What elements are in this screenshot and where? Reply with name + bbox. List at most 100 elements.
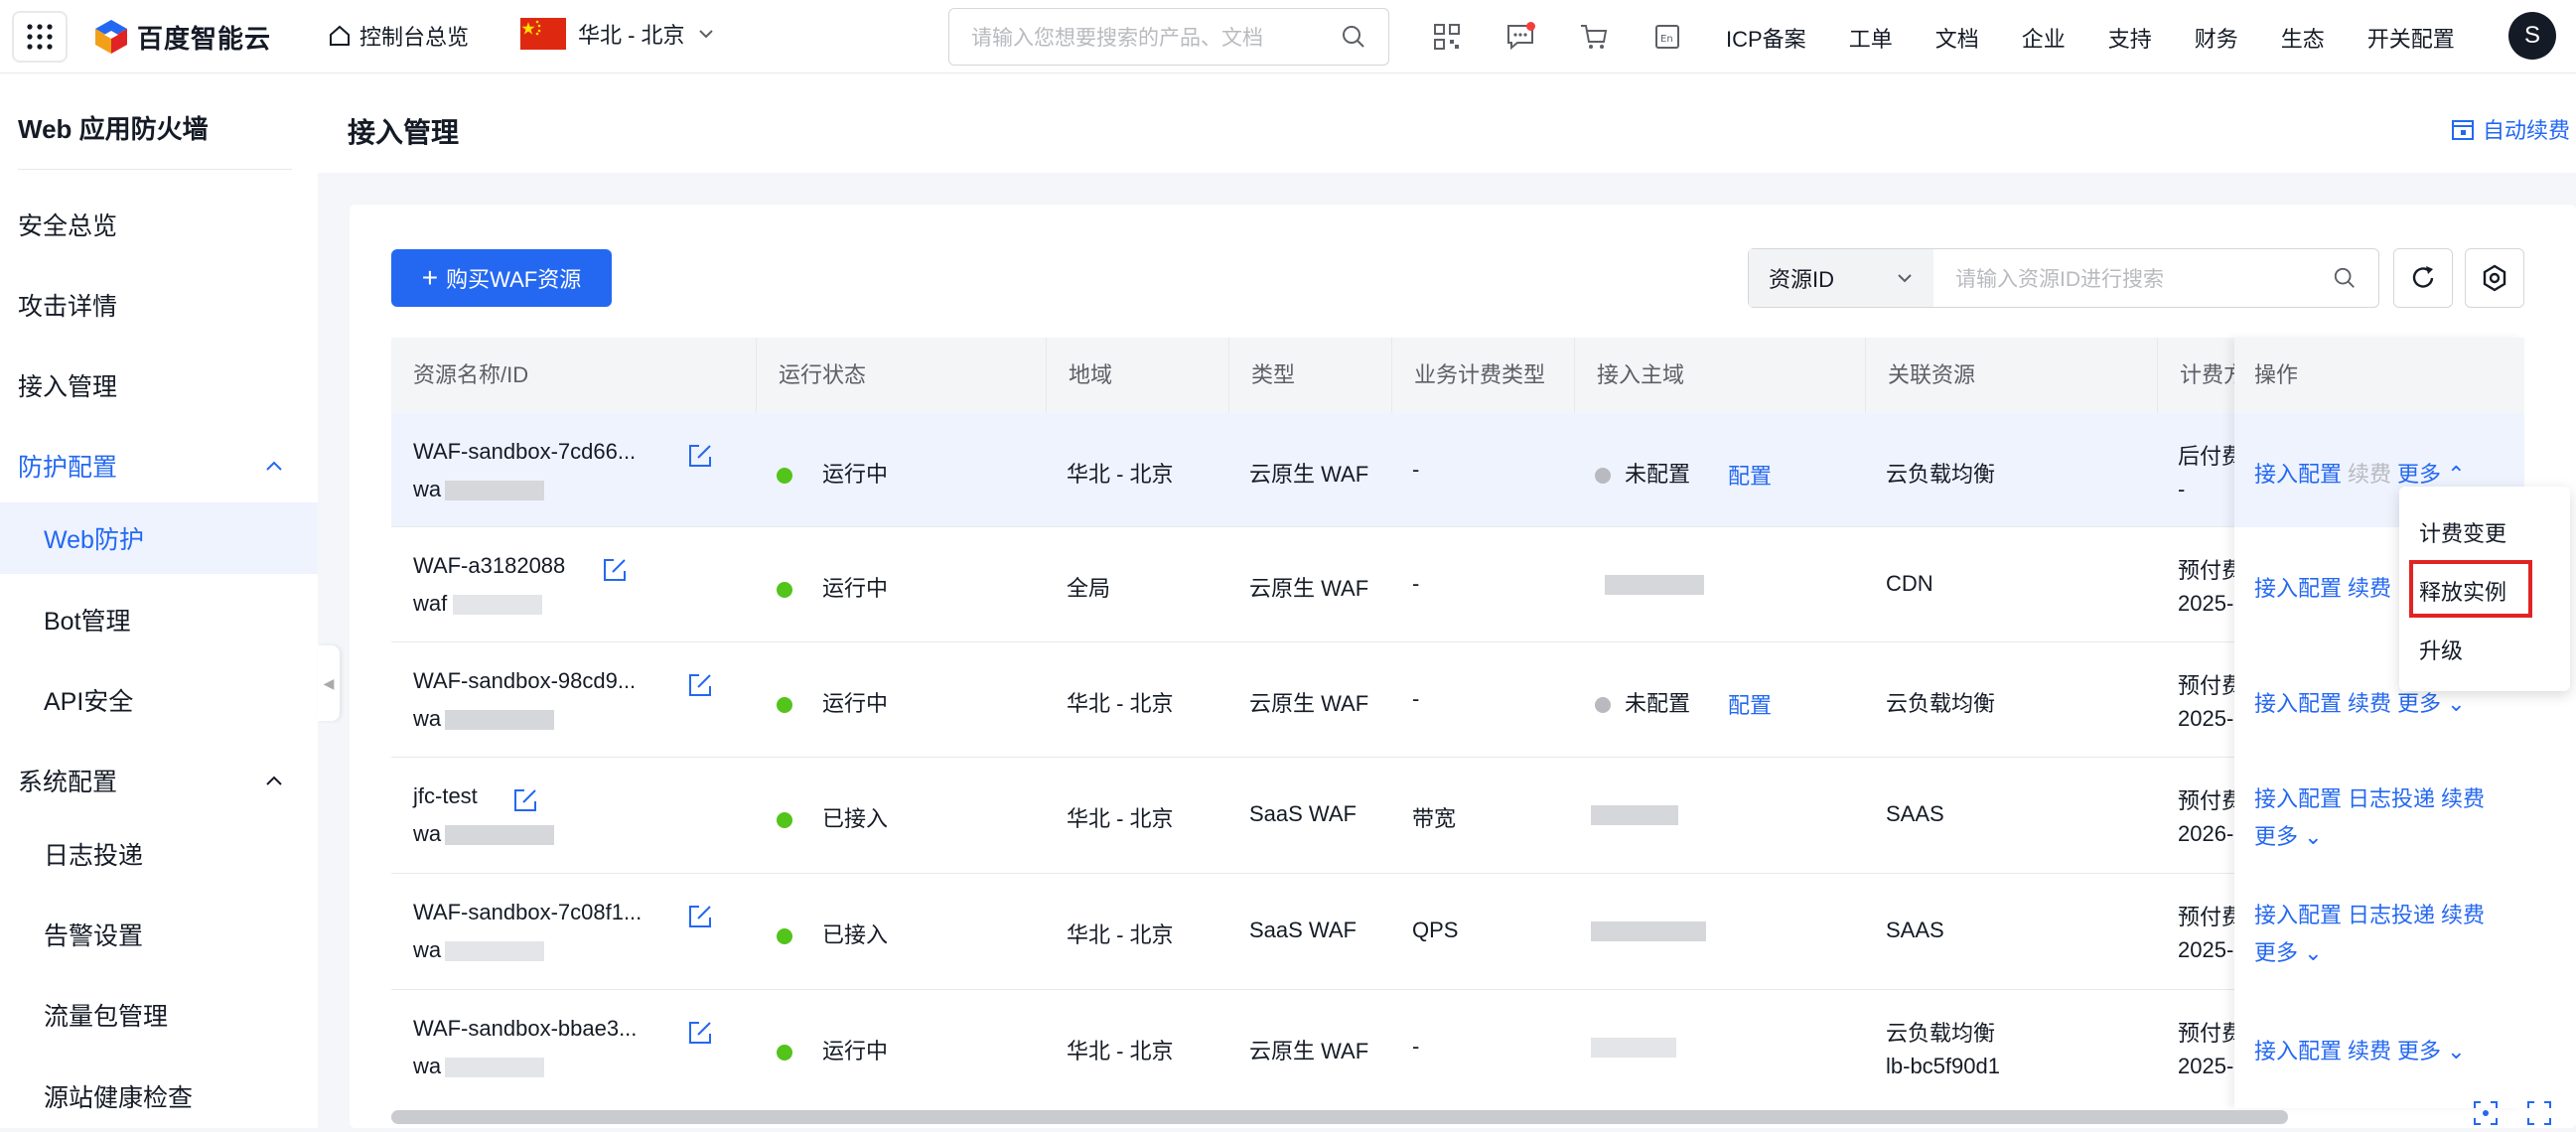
sidebar-item-health[interactable]: 源站健康检查	[0, 1061, 318, 1132]
renew-link[interactable]: 续费	[2441, 898, 2485, 929]
access-config-link[interactable]: 接入配置	[2254, 457, 2342, 489]
sidebar-item-overview[interactable]: 安全总览	[0, 189, 318, 260]
pay-date-cell: 2025-	[2178, 1054, 2234, 1078]
chevron-down-icon: ⌄	[2304, 824, 2323, 849]
sidebar-item-access[interactable]: 接入管理	[0, 350, 318, 421]
region-cell: 华北 - 北京	[1067, 806, 1174, 831]
configure-link[interactable]: 配置	[1728, 688, 1772, 720]
resource-name: WAF-sandbox-7cd66...	[413, 439, 637, 464]
horizontal-scrollbar[interactable]	[391, 1110, 2288, 1124]
ocr-icon[interactable]	[2524, 1098, 2554, 1128]
table-row[interactable]: WAF-sandbox-7c08f1... wa 已接入 华北 - 北京 Saa…	[391, 874, 2524, 990]
refresh-icon	[2412, 266, 2434, 288]
sidebar-item-traffic[interactable]: 流量包管理	[0, 979, 318, 1051]
qrcode-icon[interactable]	[1430, 20, 1464, 54]
renew-link[interactable]: 续费	[2348, 1034, 2391, 1065]
more-dropdown[interactable]: 更多 ⌄	[2254, 935, 2323, 967]
filter-field-select[interactable]: 资源ID	[1749, 249, 1933, 307]
renew-link[interactable]: 续费	[2441, 781, 2485, 813]
more-dropdown[interactable]: 更多 ⌃	[2397, 457, 2466, 489]
nav-enterprise[interactable]: 企业	[2022, 22, 2066, 54]
col-region: 地域	[1047, 338, 1229, 413]
edit-icon[interactable]	[687, 672, 713, 698]
access-config-link[interactable]: 接入配置	[2254, 571, 2342, 603]
access-config-link[interactable]: 接入配置	[2254, 781, 2342, 813]
auto-renew-link[interactable]: 自动续费	[2451, 113, 2570, 145]
language-icon[interactable]: En	[1650, 20, 1684, 54]
search-icon[interactable]	[2333, 266, 2357, 290]
search-icon[interactable]	[1341, 24, 1366, 50]
baidu-cloud-logo[interactable]: 百度智能云	[93, 18, 271, 56]
table-header: 资源名称/ID 运行状态 地域 类型 业务计费类型 接入主域 关联资源 计费方	[391, 338, 2524, 413]
menu-item-release-instance[interactable]: 释放实例	[2419, 575, 2506, 607]
table-row[interactable]: WAF-sandbox-bbae3... wa 运行中 华北 - 北京 云原生 …	[391, 990, 2524, 1108]
more-dropdown[interactable]: 更多 ⌄	[2397, 1034, 2466, 1065]
nav-icp[interactable]: ICP备案	[1726, 22, 1806, 54]
region-cell: 华北 - 北京	[1067, 1039, 1174, 1063]
log-delivery-link[interactable]: 日志投递	[2348, 898, 2435, 929]
sidebar-group-protection[interactable]: 防护配置	[0, 430, 318, 501]
console-home-link[interactable]: 控制台总览	[328, 20, 469, 52]
nav-switch-config[interactable]: 开关配置	[2367, 22, 2455, 54]
nav-ticket[interactable]: 工单	[1849, 22, 1893, 54]
sidebar-item-attacks[interactable]: 攻击详情	[0, 269, 318, 341]
edit-icon[interactable]	[687, 1020, 713, 1046]
sidebar-item-api[interactable]: API安全	[0, 664, 318, 736]
cart-icon[interactable]	[1577, 20, 1611, 54]
sidebar-divider	[18, 169, 292, 170]
nav-support[interactable]: 支持	[2108, 22, 2152, 54]
nav-ecosystem[interactable]: 生态	[2281, 22, 2325, 54]
edit-icon[interactable]	[687, 904, 713, 929]
nav-finance[interactable]: 财务	[2195, 22, 2238, 54]
refresh-button[interactable]	[2393, 248, 2453, 308]
menu-item-billing-change[interactable]: 计费变更	[2419, 516, 2506, 548]
avatar[interactable]: S	[2508, 12, 2556, 60]
table-row[interactable]: WAF-sandbox-7cd66... wa 运行中 华北 - 北京 云原生 …	[391, 413, 2524, 527]
global-search-input[interactable]: 请输入您想要搜索的产品、文档	[948, 8, 1389, 66]
more-dropdown[interactable]: 更多 ⌄	[2254, 819, 2323, 851]
access-config-link[interactable]: 接入配置	[2254, 898, 2342, 929]
access-config-link[interactable]: 接入配置	[2254, 686, 2342, 718]
table-row[interactable]: WAF-a3182088 waf 运行中 全局 云原生 WAF - CDN 预付…	[391, 527, 2524, 642]
sidebar-item-bot[interactable]: Bot管理	[0, 584, 318, 655]
billing-cell: -	[1412, 571, 1420, 596]
chevron-down-icon: ⌄	[2304, 940, 2323, 965]
nav-docs[interactable]: 文档	[1935, 22, 1979, 54]
sidebar-item-alert[interactable]: 告警设置	[0, 899, 318, 970]
type-cell: 云原生 WAF	[1249, 691, 1369, 716]
chevron-left-icon: ◀	[323, 674, 335, 691]
access-config-link[interactable]: 接入配置	[2254, 1034, 2342, 1065]
resource-name: jfc-test	[413, 783, 478, 808]
buy-waf-button[interactable]: + 购买WAF资源	[391, 249, 612, 307]
resource-search-input[interactable]: 请输入资源ID进行搜索	[1933, 249, 2378, 307]
status-cell: 已接入	[777, 801, 888, 833]
message-icon[interactable]	[1503, 20, 1537, 54]
edit-icon[interactable]	[512, 787, 538, 813]
renew-link[interactable]: 续费	[2348, 457, 2391, 489]
sidebar-item-web-protection[interactable]: Web防护	[0, 502, 318, 574]
screenshot-icon[interactable]	[2471, 1098, 2501, 1128]
resource-id: wa	[413, 706, 555, 732]
edit-icon[interactable]	[687, 443, 713, 469]
renew-link[interactable]: 续费	[2348, 686, 2391, 718]
menu-item-upgrade[interactable]: 升级	[2419, 634, 2463, 665]
edit-icon[interactable]	[602, 557, 628, 583]
table-row[interactable]: jfc-test wa 已接入 华北 - 北京 SaaS WAF 带宽 SAAS…	[391, 758, 2524, 874]
billing-cell: 带宽	[1412, 806, 1457, 831]
sidebar-group-system[interactable]: 系统配置	[0, 745, 318, 816]
domain-cell	[1591, 1034, 1676, 1060]
renew-link[interactable]: 续费	[2348, 571, 2391, 603]
buy-waf-label: 购买WAF资源	[446, 267, 582, 292]
region-selector[interactable]: 华北 - 北京	[520, 18, 715, 50]
apps-grid-button[interactable]	[12, 11, 68, 63]
col-billing: 业务计费类型	[1392, 338, 1575, 413]
configure-link[interactable]: 配置	[1728, 459, 1772, 491]
log-delivery-link[interactable]: 日志投递	[2348, 781, 2435, 813]
sidebar-item-log[interactable]: 日志投递	[0, 818, 318, 890]
type-cell: 云原生 WAF	[1249, 462, 1369, 487]
home-label: 控制台总览	[359, 25, 470, 50]
table-row[interactable]: WAF-sandbox-98cd9... wa 运行中 华北 - 北京 云原生 …	[391, 642, 2524, 758]
settings-button[interactable]	[2465, 248, 2524, 308]
sidebar-title: Web 应用防火墙	[18, 114, 209, 144]
sidebar-collapse-button[interactable]: ◀	[318, 645, 340, 721]
